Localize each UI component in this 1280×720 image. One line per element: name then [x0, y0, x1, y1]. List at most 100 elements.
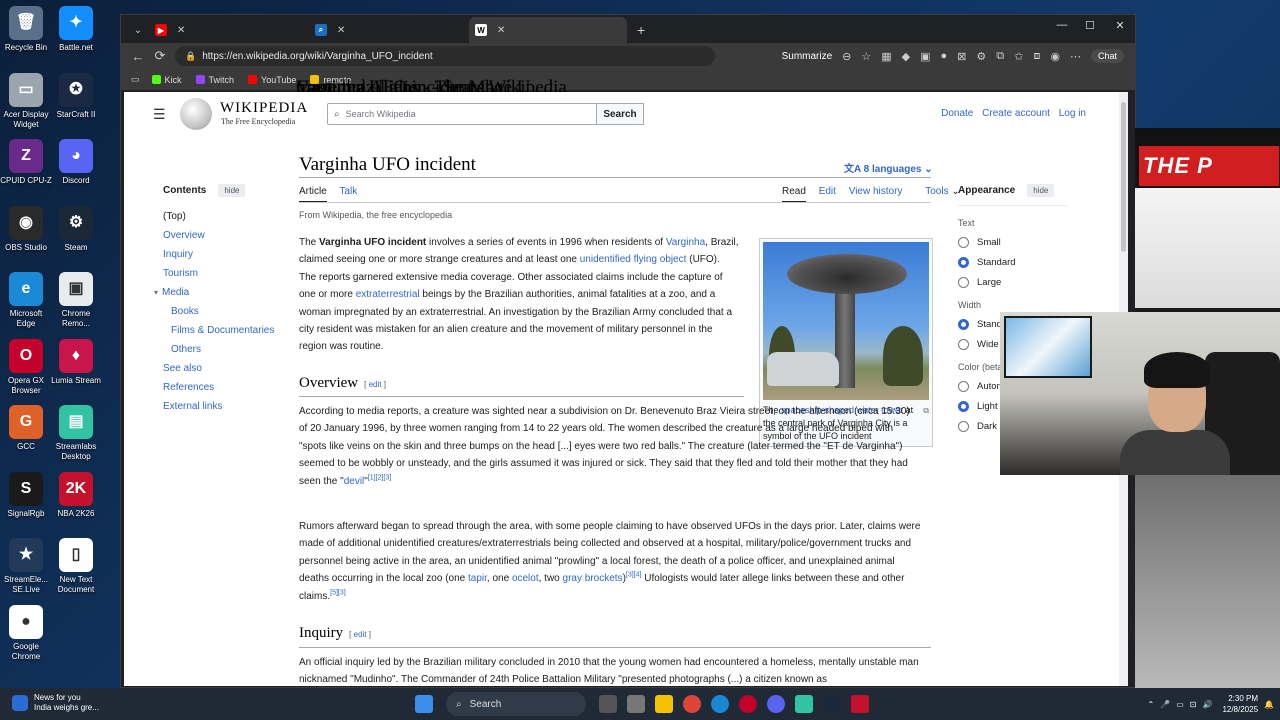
reader-icon[interactable]: ⊖ [842, 50, 851, 63]
task-view-icon[interactable] [599, 695, 617, 713]
toc-item[interactable]: Films & Documentaries [163, 325, 283, 336]
desktop-icon[interactable]: ▭ Acer Display Widget [0, 72, 52, 130]
maximize-button[interactable]: ☐ [1075, 19, 1105, 32]
extensions-puzzle-icon[interactable]: ⧉ [996, 50, 1004, 63]
search-input[interactable]: ⌕ Search Wikipedia [327, 103, 597, 125]
display-icon[interactable]: ▭ [1176, 700, 1184, 709]
close-tab-icon[interactable]: ✕ [497, 25, 505, 36]
desktop-icon[interactable]: ⚙ Steam [50, 205, 102, 253]
tray-chevron-icon[interactable]: ⌃ [1148, 700, 1155, 709]
desktop-icon[interactable]: ● Google Chrome [0, 604, 52, 662]
toc-item[interactable]: Inquiry [163, 249, 283, 260]
microphone-icon[interactable]: 🎤 [1160, 700, 1170, 709]
bookmark-item[interactable]: YouTube [248, 75, 296, 85]
tab-talk[interactable]: Talk [339, 186, 357, 197]
opera-gx-icon[interactable] [739, 695, 757, 713]
link-ufo[interactable]: unidentified flying object [580, 254, 687, 265]
tools-menu[interactable]: Tools ⌄ [915, 186, 960, 197]
extension-icon[interactable]: ⚙ [976, 50, 986, 63]
languages-button[interactable]: 文A 8 languages ⌄ [844, 160, 933, 175]
taskbar-search[interactable]: ⌕ Search [446, 692, 586, 716]
favorite-star-icon[interactable]: ☆ [861, 50, 871, 63]
toc-item[interactable]: References [163, 382, 283, 393]
radio-button[interactable] [958, 319, 969, 330]
desktop-icon[interactable]: ▤ Streamlabs Desktop [50, 405, 102, 462]
notification-bell-icon[interactable]: 🔔 [1264, 700, 1274, 709]
extension-icon[interactable]: ● [941, 50, 948, 62]
desktop-icon[interactable]: O Opera GX Browser [0, 338, 52, 396]
desktop-icon[interactable]: 🗑 Recycle Bin [0, 6, 52, 53]
extension-icon[interactable]: ◆ [902, 50, 910, 63]
edit-overview-link[interactable]: edit [369, 380, 382, 389]
start-windows-icon[interactable] [415, 695, 433, 713]
tab-view-history[interactable]: View history [849, 186, 903, 197]
citation-refs[interactable]: [3][4] [626, 572, 642, 579]
extension-icon[interactable]: ⊠ [957, 50, 966, 63]
address-bar[interactable]: 🔒 https://en.wikipedia.org/wiki/Varginha… [175, 46, 715, 66]
streamlabs-icon[interactable] [795, 695, 813, 713]
new-tab-button[interactable]: + [629, 22, 653, 38]
refresh-button[interactable]: ⟳ [149, 48, 171, 64]
desktop-icon[interactable]: ▣ Chrome Remo... [50, 272, 102, 329]
favorites-icon[interactable]: ✩ [1014, 50, 1023, 63]
extension-icon[interactable]: ▣ [920, 50, 930, 63]
back-button[interactable]: ← [127, 49, 149, 64]
desktop-icon[interactable]: ◕ Discord [50, 139, 102, 186]
profile-avatar[interactable]: ◉ [1050, 50, 1060, 63]
search-button[interactable]: Search [596, 103, 644, 125]
toc-item[interactable]: See also [163, 363, 283, 374]
citation-refs[interactable]: [5][3] [330, 589, 346, 596]
desktop-icon[interactable]: ▯ New Text Document [50, 538, 102, 595]
tab-article[interactable]: Article [299, 186, 327, 203]
radio-option[interactable]: Small [958, 237, 1078, 248]
radio-option[interactable]: Standard [958, 257, 1078, 268]
collections-icon[interactable]: ⧈ [1033, 50, 1040, 63]
network-icon[interactable]: ⊡ [1190, 700, 1197, 709]
water-tower-photo[interactable] [763, 242, 929, 400]
toc-expand-caret-icon[interactable]: ▾ [154, 287, 162, 298]
nba-2k-icon[interactable] [851, 695, 869, 713]
wikipedia-wordmark[interactable]: WIKIPEDIA [220, 100, 308, 117]
toc-item[interactable]: Overview [163, 230, 283, 241]
toc-item[interactable]: Others [163, 344, 283, 355]
toc-item[interactable]: External links [163, 401, 283, 412]
desktop-icon[interactable]: e Microsoft Edge [0, 272, 52, 329]
desktop-icon[interactable]: ◉ OBS Studio [0, 205, 52, 253]
browser-tab[interactable]: ▶ Captured Aliens - The Magé U ✕ [149, 17, 530, 98]
enlarge-icon[interactable]: ⧉ [923, 404, 929, 417]
more-menu-icon[interactable]: ⋯ [1070, 50, 1081, 63]
extension-icon[interactable]: ▦ [881, 50, 891, 63]
desktop-icon[interactable]: ✪ StarCraft II [50, 72, 102, 120]
link-varginha[interactable]: Varginha [666, 237, 705, 248]
desktop-icon[interactable]: G GCC [0, 405, 52, 452]
radio-button[interactable] [958, 381, 969, 392]
desktop-icon[interactable]: S SignalRgb [0, 471, 52, 519]
link-extraterrestrial[interactable]: extraterrestrial [356, 289, 420, 300]
edit-inquiry-link[interactable]: edit [354, 630, 367, 639]
toc-item[interactable]: (Top) [163, 211, 283, 222]
close-window-button[interactable]: ✕ [1105, 19, 1135, 32]
volume-icon[interactable]: 🔊 [1202, 700, 1212, 709]
radio-button[interactable] [958, 257, 969, 268]
radio-button[interactable] [958, 339, 969, 350]
tab-read[interactable]: Read [782, 186, 806, 203]
tab-list-chevron-icon[interactable]: ⌄ [127, 19, 149, 41]
file-explorer-icon[interactable] [655, 695, 673, 713]
clock[interactable]: 2:30 PM 12/8/2025 [1222, 693, 1258, 715]
toc-item[interactable]: Books [163, 306, 283, 317]
scrollbar-thumb[interactable] [1121, 102, 1126, 252]
create-account-link[interactable]: Create account [982, 108, 1050, 119]
close-tab-icon[interactable]: ✕ [337, 25, 345, 36]
toc-item[interactable]: ▾ Media [154, 287, 283, 298]
radio-option[interactable]: Large [958, 277, 1078, 288]
minimize-button[interactable]: — [1047, 19, 1077, 31]
browser-tab[interactable]: W Varginha UFO incident - Wikipedia ✕ [296, 17, 627, 98]
edge-icon[interactable] [711, 695, 729, 713]
sidebar-toggle-icon[interactable]: ▭ [131, 74, 140, 85]
desktop-icon[interactable]: ♦ Lumia Stream [50, 338, 102, 386]
news-widget[interactable]: News for you India weighs gre... [12, 693, 99, 713]
steam-icon[interactable] [823, 695, 841, 713]
citation-refs[interactable]: [1][2][3] [368, 474, 391, 481]
radio-button[interactable] [958, 237, 969, 248]
browser-tab[interactable]: ⌕ mage brazil alien - Search ✕ [296, 17, 494, 98]
